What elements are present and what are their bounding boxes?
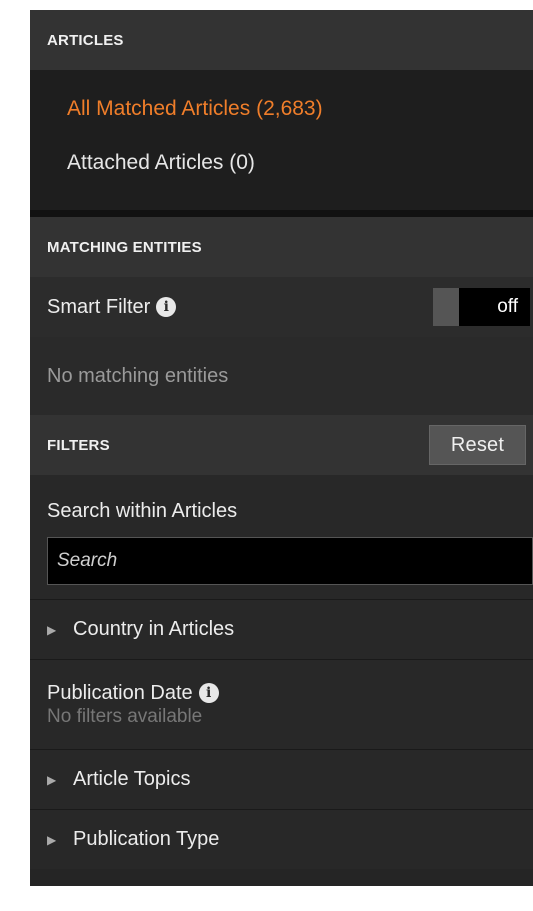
smart-filter-row: Smart Filter i off [30, 277, 533, 337]
country-filter-row[interactable]: ▶ Country in Articles [30, 599, 533, 659]
publication-date-label: Publication Date [47, 681, 193, 704]
reset-button-label: Reset [450, 433, 505, 456]
filter-panel: ARTICLES All Matched Articles (2,683) At… [30, 10, 533, 886]
toggle-track: off [459, 288, 530, 326]
search-wrapper [30, 537, 533, 599]
search-label-row: Search within Articles [30, 475, 533, 537]
article-topics-label: Article Topics [73, 768, 191, 790]
caret-right-icon: ▶ [47, 832, 57, 847]
info-icon[interactable]: i [156, 297, 177, 317]
filters-header: FILTERS Reset [30, 415, 533, 475]
all-matched-articles-label: All Matched Articles (2,683) [67, 97, 323, 120]
toggle-state-label: off [497, 296, 518, 317]
caret-right-icon: ▶ [47, 622, 57, 637]
no-matching-entities-text: No matching entities [47, 364, 229, 387]
article-topics-filter-row[interactable]: ▶ Article Topics [30, 749, 533, 809]
caret-right-icon: ▶ [47, 772, 57, 787]
country-filter-label: Country in Articles [73, 618, 235, 640]
smart-filter-label: Smart Filter [47, 295, 151, 318]
articles-header-label: ARTICLES [47, 31, 124, 49]
section-divider [30, 210, 533, 217]
matching-entities-header-label: MATCHING ENTITIES [47, 238, 202, 256]
publication-date-row: Publication Date i No filters available [30, 659, 533, 749]
attached-articles-label: Attached Articles (0) [67, 151, 255, 174]
all-matched-articles-link[interactable]: All Matched Articles (2,683) [30, 82, 533, 136]
search-input[interactable] [47, 537, 533, 585]
matching-entities-header: MATCHING ENTITIES [30, 217, 533, 277]
search-within-articles-label: Search within Articles [47, 499, 238, 522]
articles-header: ARTICLES [30, 10, 533, 70]
smart-filter-toggle[interactable]: off [433, 288, 530, 326]
articles-list: All Matched Articles (2,683) Attached Ar… [30, 70, 533, 210]
toggle-knob [433, 288, 459, 326]
attached-articles-link[interactable]: Attached Articles (0) [30, 136, 533, 190]
publication-type-label: Publication Type [73, 828, 220, 850]
publication-type-filter-row[interactable]: ▶ Publication Type [30, 809, 533, 869]
reset-button[interactable]: Reset [429, 425, 526, 465]
no-matching-entities-row: No matching entities [30, 337, 533, 415]
filters-header-label: FILTERS [47, 436, 110, 454]
info-icon[interactable]: i [198, 683, 219, 703]
publication-date-subtext: No filters available [47, 705, 203, 727]
